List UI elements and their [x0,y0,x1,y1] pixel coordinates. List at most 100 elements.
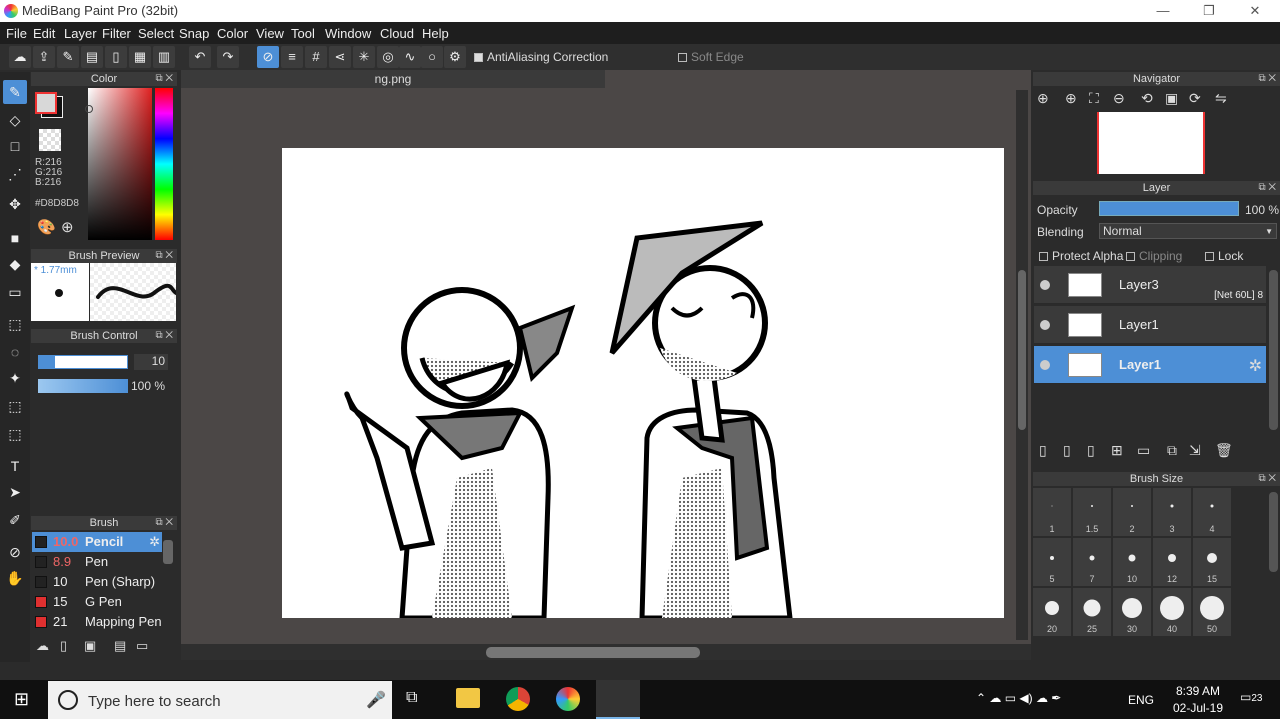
document-tab[interactable]: ng.png [181,70,605,88]
zoom-in-icon[interactable]: ⊕ [1037,90,1049,107]
hue-slider[interactable] [155,88,173,240]
rotate-right-icon[interactable]: ⟳ [1189,90,1201,107]
new-brush-icon[interactable]: ▯ [60,638,67,654]
menu-filter[interactable]: Filter [102,26,131,41]
add-layer-menu-icon[interactable]: ⊞ [1111,442,1123,459]
brush-list-scrollbar[interactable] [163,540,173,564]
panel-close-icon[interactable]: ⧉ ✕ [155,249,173,263]
grid-snap-icon[interactable]: # [305,46,327,68]
brush-settings-icon[interactable]: ▤ [114,638,126,654]
select-rect-icon[interactable]: ⬚ [3,312,27,336]
brush-size-cell[interactable]: 1 [1033,488,1071,536]
clock-date[interactable]: 02-Jul-19 [1168,701,1228,715]
brush-size-cell[interactable]: 10 [1113,538,1151,586]
vertical-scrollbar[interactable] [1016,90,1028,640]
taskbar-search-box[interactable]: Type here to search 🎤 [48,681,392,719]
fit-icon[interactable]: ⛶ [1089,90,1099,107]
brush-size-value[interactable]: 10 [134,354,168,370]
language-indicator[interactable]: ENG [1128,693,1154,707]
undo-icon[interactable]: ↶ [189,46,211,68]
cloud-brush-icon[interactable]: ☁ [36,638,49,654]
circle-snap-icon[interactable]: ◎ [377,46,399,68]
menu-select[interactable]: Select [138,26,174,41]
brush-size-cell[interactable]: 40 [1153,588,1191,636]
layer-row[interactable]: Layer1 [1034,306,1266,344]
brush-opacity-slider[interactable] [38,379,128,393]
horizontal-scroll-thumb[interactable] [486,647,700,658]
visibility-icon[interactable] [1040,280,1050,290]
protect-alpha-checkbox[interactable]: Protect Alpha [1039,249,1123,263]
folder-icon[interactable]: ▭ [1137,442,1150,459]
menu-help[interactable]: Help [422,26,449,41]
new-8bit-layer-icon[interactable]: ▯ [1063,442,1071,459]
panel-close-icon[interactable]: ⧉ ✕ [1258,472,1276,486]
palette-icon[interactable]: 🎨 [37,218,57,238]
trash-icon[interactable]: 🗑 [1215,442,1233,459]
new-1bit-layer-icon[interactable]: ▯ [1087,442,1095,459]
curve-snap-icon[interactable]: ∿ [399,46,421,68]
brush-size-cell[interactable]: 30 [1113,588,1151,636]
brush-size-scrollbar[interactable] [1269,492,1278,572]
eyedropper-icon[interactable]: ⊘ [3,540,27,564]
rotate-left-icon[interactable]: ⟲ [1141,90,1153,107]
brush-size-cell[interactable]: 1.5 [1073,488,1111,536]
brush-item-pen-sharp[interactable]: 10 Pen (Sharp) [32,572,162,592]
blending-select[interactable]: Normal ▼ [1099,223,1277,239]
brush-size-cell[interactable]: 25 [1073,588,1111,636]
fill-rect-tool-icon[interactable]: ■ [3,226,27,250]
merge-layer-icon[interactable]: ⇲ [1189,442,1201,459]
bucket-tool-icon[interactable]: ◆ [3,252,27,276]
panel-close-icon[interactable]: ⧉ ✕ [155,516,173,530]
layer-row[interactable]: Layer3 [Net 60L] 8 [1034,266,1266,304]
hand-tool-icon[interactable]: ✋ [3,566,27,590]
file-explorer-icon[interactable] [456,688,480,708]
dot-tool-icon[interactable]: ⋰ [3,162,27,186]
microphone-icon[interactable]: 🎤 [366,690,386,710]
brush-size-cell[interactable]: 7 [1073,538,1111,586]
brush-item-pen[interactable]: 8.9 Pen [32,552,162,572]
menu-edit[interactable]: Edit [33,26,55,41]
brush-item-mapping-pen[interactable]: 21 Mapping Pen [32,612,162,632]
move-tool-icon[interactable]: ✥ [3,192,27,216]
menu-window[interactable]: Window [325,26,371,41]
layer-row-selected[interactable]: Layer1 ✲ [1034,346,1266,384]
menu-color[interactable]: Color [217,26,248,41]
zoom-in-icon[interactable]: ⊕ [1065,90,1077,107]
cloud-icon[interactable]: ☁ [9,46,31,68]
visibility-icon[interactable] [1040,320,1050,330]
brush-size-cell[interactable]: 5 [1033,538,1071,586]
clock-time[interactable]: 8:39 AM [1170,684,1226,698]
magic-wand-icon[interactable]: ✦ [3,366,27,390]
lock-checkbox[interactable]: Lock [1205,249,1243,263]
brush-size-cell[interactable]: 3 [1153,488,1191,536]
brush-size-cell[interactable]: 15 [1193,538,1231,586]
perspective-snap-icon[interactable]: ⋖ [329,46,351,68]
task-view-icon[interactable]: ⧉ [406,689,417,707]
menu-layer[interactable]: Layer [64,26,97,41]
chrome-icon[interactable] [506,687,530,711]
brush-size-cell[interactable]: 20 [1033,588,1071,636]
windows-start-icon[interactable]: ⊞ [14,689,29,710]
navigator-thumbnail[interactable] [1097,112,1205,174]
menu-tool[interactable]: Tool [291,26,315,41]
radial-snap-icon[interactable]: ✳ [353,46,375,68]
drawing-canvas[interactable] [282,148,1004,618]
chat-icon[interactable]: ▤ [81,46,103,68]
brush-item-g-pen[interactable]: 15 G Pen [32,592,162,612]
menu-file[interactable]: File [6,26,27,41]
saturation-value-picker[interactable] [88,88,152,240]
divide-tool-icon[interactable]: ✐ [3,508,27,532]
color-picker-cursor[interactable] [85,105,93,113]
parallel-snap-icon[interactable]: ≡ [281,46,303,68]
layer-list-scrollbar[interactable] [1269,270,1278,430]
brush-size-cell[interactable]: 50 [1193,588,1231,636]
soft-edge-checkbox[interactable]: Soft Edge [678,50,744,64]
lasso-icon[interactable]: ◌ [3,340,27,364]
brush-item-pencil[interactable]: 10.0 Pencil ✲ [32,532,162,552]
transparent-color-swatch[interactable] [39,129,61,151]
grid-icon[interactable]: ▦ [129,46,151,68]
duplicate-layer-icon[interactable]: ⧉ [1167,442,1177,459]
folder-icon[interactable]: ▭ [136,638,148,654]
visibility-icon[interactable] [1040,360,1050,370]
menu-cloud[interactable]: Cloud [380,26,414,41]
